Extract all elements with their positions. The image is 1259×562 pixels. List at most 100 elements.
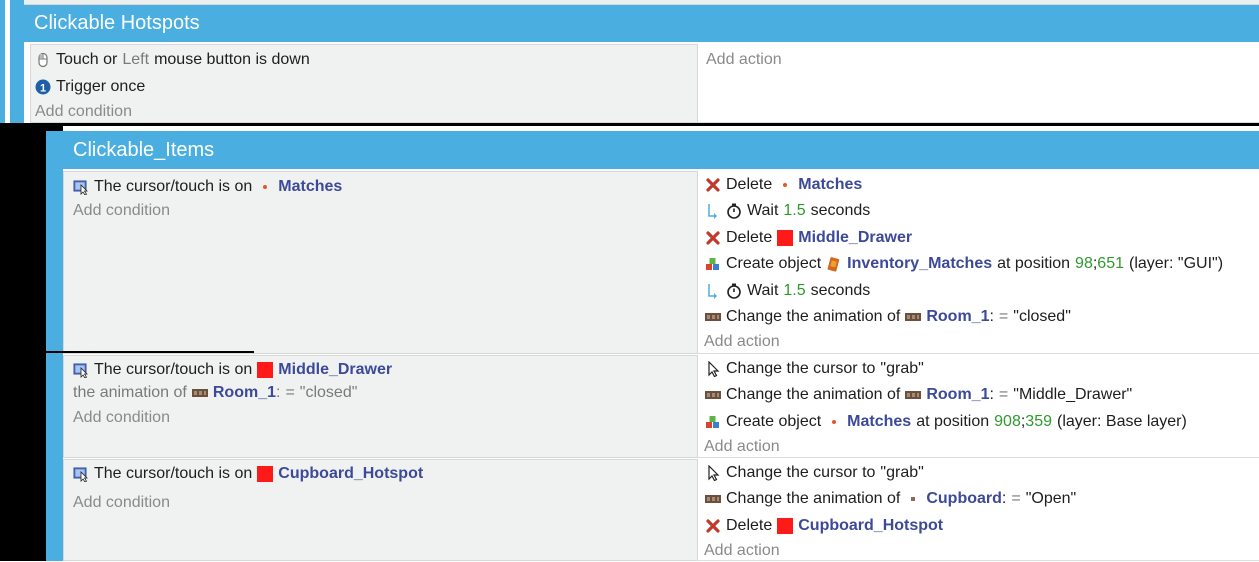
action-row[interactable]: Wait 1.5 seconds — [705, 200, 875, 222]
condition-row[interactable]: the animation of Room_1: = "closed" — [73, 382, 362, 404]
action-row[interactable]: Delete Matches — [705, 174, 867, 196]
action-row[interactable]: Delete Cupboard_Hotspot — [705, 515, 948, 537]
condition-row[interactable]: 1 Trigger once — [35, 76, 150, 98]
operator: = — [1011, 490, 1021, 507]
sprite-animation-icon — [705, 309, 721, 325]
cursor-on-object-icon — [73, 466, 89, 482]
action-row[interactable]: Change the animation of Room_1: = "close… — [705, 306, 1076, 328]
operator: : — [275, 384, 281, 401]
svg-text:1: 1 — [40, 83, 46, 95]
create-object-icon — [705, 414, 721, 430]
condition-text: The cursor/touch is on — [94, 178, 253, 195]
object-name[interactable]: Room_1 — [213, 384, 276, 401]
action-text: seconds — [810, 282, 871, 299]
cursor-on-object-icon — [73, 362, 89, 378]
delete-icon — [705, 230, 721, 246]
object-name[interactable]: Cupboard_Hotspot — [798, 517, 943, 535]
number-value: 908 — [994, 413, 1021, 430]
action-row[interactable]: Delete Middle_Drawer — [705, 227, 917, 249]
condition-row[interactable]: Touch or Left mouse button is down — [35, 49, 315, 71]
string-value: "closed" — [1013, 308, 1071, 325]
action-text: at position — [916, 413, 990, 430]
object-name[interactable]: Cupboard — [926, 490, 1002, 507]
string-value: "grab" — [880, 360, 924, 377]
condition-text: Touch or — [56, 51, 118, 68]
object-name[interactable]: Matches — [798, 176, 862, 194]
number-value: 1.5 — [783, 202, 806, 219]
condition-text: The cursor/touch is on — [94, 465, 253, 482]
object-name[interactable]: Middle_Drawer — [798, 229, 912, 247]
action-text: at position — [997, 255, 1071, 272]
group-indent-strip — [46, 126, 63, 561]
action-row[interactable]: Create object Inventory_Matches at posit… — [705, 253, 1228, 275]
number-value: 651 — [1097, 255, 1124, 272]
action-row[interactable]: Change the animation of Room_1: = "Middl… — [705, 384, 1137, 406]
condition-row[interactable]: The cursor/touch is on Cupboard_Hotspot — [73, 463, 428, 485]
action-row[interactable]: Change the cursor to "grab" — [705, 462, 929, 484]
action-text: Change the cursor to — [726, 360, 876, 377]
object-name[interactable]: Middle_Drawer — [278, 361, 392, 379]
group-title: Clickable_Items — [73, 138, 215, 161]
object-name[interactable]: Matches — [278, 178, 342, 196]
delete-icon — [705, 518, 721, 534]
add-action-link[interactable]: Add action — [704, 436, 780, 458]
action-text: Wait — [747, 202, 779, 219]
action-text: Delete — [726, 517, 773, 534]
add-action-link[interactable]: Add action — [706, 49, 782, 71]
cursor-on-object-icon — [73, 179, 89, 195]
cupboard-object-icon — [905, 491, 921, 507]
cursor-arrow-icon — [705, 465, 721, 481]
add-condition-link[interactable]: Add condition — [73, 407, 170, 429]
cursor-arrow-icon — [705, 361, 721, 377]
add-condition-link[interactable]: Add condition — [73, 492, 170, 514]
operator: = — [998, 308, 1009, 325]
conditions-panel[interactable] — [63, 171, 698, 354]
matches-object-icon — [826, 414, 842, 430]
string-value: "grab" — [880, 464, 924, 481]
timer-icon — [726, 283, 742, 299]
add-action-link[interactable]: Add action — [704, 540, 780, 562]
background-dark-region — [0, 124, 46, 561]
group-header-clickable-hotspots[interactable]: Clickable Hotspots — [24, 5, 1259, 42]
sprite-animation-icon — [705, 491, 721, 507]
object-name[interactable]: Inventory_Matches — [847, 255, 992, 273]
action-row[interactable]: Change the animation of Cupboard: = "Ope… — [705, 488, 1081, 510]
condition-text: The cursor/touch is on — [94, 361, 253, 378]
action-text: Create object — [726, 413, 822, 430]
action-text: Delete — [726, 176, 773, 193]
object-name[interactable]: Room_1 — [926, 308, 989, 325]
matches-object-icon — [257, 179, 273, 195]
action-row[interactable]: Wait 1.5 seconds — [705, 280, 875, 302]
sub-action-branch-icon — [705, 203, 721, 219]
object-name[interactable]: Cupboard_Hotspot — [278, 465, 423, 483]
action-row[interactable]: Create object Matches at position 908;35… — [705, 411, 1192, 433]
red-square-object-icon — [777, 518, 794, 534]
object-name[interactable]: Matches — [847, 413, 911, 431]
add-action-link[interactable]: Add action — [704, 331, 780, 353]
action-row[interactable]: Change the cursor to "grab" — [705, 358, 929, 380]
action-text: Change the cursor to — [726, 464, 876, 481]
action-text: seconds — [810, 202, 871, 219]
object-name[interactable]: Room_1 — [926, 386, 989, 403]
trigger-once-icon: 1 — [35, 79, 51, 95]
condition-text: the animation of — [73, 384, 187, 401]
condition-param: Left — [122, 51, 150, 68]
actions-panel[interactable] — [698, 44, 1259, 123]
action-text: Change the animation of — [726, 308, 901, 325]
sub-action-branch-icon — [705, 283, 721, 299]
group-header-clickable-items[interactable]: Clickable_Items — [63, 131, 1259, 169]
divider-line — [0, 123, 1259, 126]
string-value: "Open" — [1025, 490, 1077, 507]
add-condition-link[interactable]: Add condition — [73, 200, 170, 222]
condition-row[interactable]: The cursor/touch is on Middle_Drawer — [73, 359, 397, 381]
add-condition-link[interactable]: Add condition — [35, 101, 132, 123]
group-header-gap — [46, 126, 63, 131]
condition-text: mouse button is down — [154, 51, 310, 68]
room-object-icon — [905, 387, 922, 403]
action-text: Create object — [726, 255, 822, 272]
red-square-object-icon — [777, 230, 794, 246]
scroll-gutter — [0, 0, 5, 123]
condition-row[interactable]: The cursor/touch is on Matches — [73, 176, 347, 198]
group-indent-strip — [10, 0, 24, 123]
operator: : — [989, 308, 994, 325]
